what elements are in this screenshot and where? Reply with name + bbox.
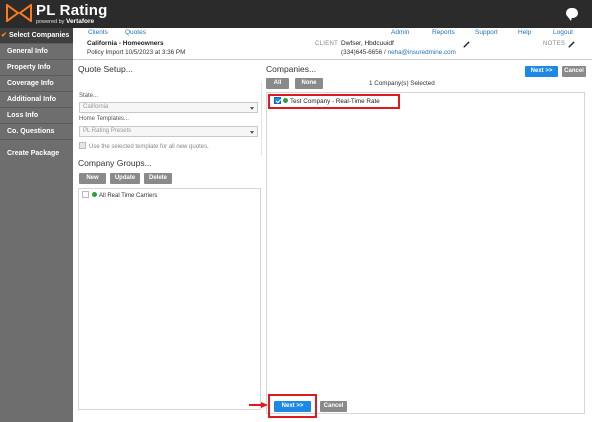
companies-heading: Companies... — [266, 64, 317, 74]
cancel-button-top[interactable]: Cancel — [562, 66, 586, 77]
delete-group-button[interactable]: Delete — [144, 173, 172, 184]
sidebar-item-property-info[interactable]: Property Info — [0, 60, 73, 76]
nav-link-help[interactable]: Help — [518, 29, 531, 36]
company-row-highlighted[interactable]: Test Company - Real-Time Rate — [268, 94, 400, 109]
sidebar-item-create-package[interactable]: Create Package — [0, 146, 73, 162]
red-arrow-annotation-icon — [249, 402, 268, 408]
chevron-down-icon — [250, 107, 254, 110]
company-checkbox-checked[interactable] — [274, 97, 281, 104]
use-template-option[interactable]: Use the selected template for all new qu… — [79, 142, 209, 150]
cancel-button-bottom[interactable]: Cancel — [320, 401, 347, 412]
state-select-value: California — [83, 104, 109, 110]
nav-link-logout[interactable]: Logout — [553, 29, 573, 36]
home-template-select[interactable]: PL Rating Presets — [79, 126, 258, 137]
nav-link-reports[interactable]: Reports — [432, 29, 455, 36]
powered-by-text: powered by Vertafore — [36, 18, 95, 25]
nav-link-admin[interactable]: Admin — [391, 29, 409, 36]
sidebar-item-label: Co. Questions — [7, 128, 55, 135]
sidebar-item-label: Coverage Info — [7, 80, 54, 87]
main-content: Quote Setup... State... California Home … — [73, 60, 592, 422]
new-group-button[interactable]: New — [79, 173, 106, 184]
sidebar-item-label: Loss Info — [7, 112, 39, 119]
client-email-link[interactable]: neha@insuredmine.com — [388, 49, 456, 56]
next-button-top[interactable]: Next >> — [525, 66, 558, 77]
sidebar-item-label: General Info — [7, 48, 48, 55]
use-template-checkbox[interactable] — [79, 142, 86, 149]
nav-link-quotes[interactable]: Quotes — [125, 29, 146, 36]
company-group-label: All Real Time Carriers — [99, 193, 158, 199]
home-template-select-value: PL Rating Presets — [83, 128, 132, 134]
sidebar: ✔ Select Companies General Info Property… — [0, 28, 73, 422]
companies-list — [266, 92, 585, 414]
selected-count-text: 1 Company(s) Selected — [369, 80, 435, 87]
edit-client-pencil-icon[interactable] — [463, 41, 470, 48]
sidebar-item-coverage-info[interactable]: Coverage Info — [0, 76, 73, 92]
sidebar-item-additional-info[interactable]: Additional Info — [0, 92, 73, 108]
policy-import-date: Policy Import 10/5/2023 at 3:36 PM — [87, 49, 186, 56]
app-title: PL Rating — [36, 2, 108, 19]
quote-setup-heading: Quote Setup... — [78, 64, 133, 74]
home-templates-label: Home Templates... — [79, 116, 129, 122]
notes-label: NOTES — [543, 41, 566, 47]
sidebar-item-select-companies[interactable]: ✔ Select Companies — [0, 28, 73, 44]
bowtie-logo-icon — [6, 4, 32, 22]
top-nav-links: Clients Quotes Admin Reports Support Hel… — [73, 28, 592, 38]
edit-notes-pencil-icon[interactable] — [568, 41, 575, 48]
sidebar-item-general-info[interactable]: General Info — [0, 44, 73, 60]
app-logo[interactable]: PL Rating powered by Vertafore — [6, 2, 116, 26]
client-name: Dwfser, Hbdcuuidf — [341, 40, 394, 47]
nav-link-support[interactable]: Support — [475, 29, 498, 36]
nav-link-clients[interactable]: Clients — [88, 29, 108, 36]
next-button-bottom[interactable]: Next >> — [274, 401, 311, 412]
select-none-button[interactable]: None — [295, 78, 323, 89]
select-all-button[interactable]: All — [266, 78, 289, 89]
company-groups-list — [78, 188, 261, 410]
sidebar-item-label: Create Package — [7, 150, 60, 157]
top-bar: PL Rating powered by Vertafore — [0, 0, 592, 28]
green-status-dot-icon — [92, 192, 97, 197]
use-template-label: Use the selected template for all new qu… — [89, 144, 209, 150]
sidebar-item-loss-info[interactable]: Loss Info — [0, 108, 73, 124]
company-group-item[interactable]: All Real Time Carriers — [82, 191, 157, 199]
app-window: PL Rating powered by Vertafore ✔ Select … — [0, 0, 592, 422]
company-label: Test Company - Real-Time Rate — [290, 98, 380, 105]
chat-bubble-icon[interactable] — [566, 8, 578, 21]
state-label: State... — [79, 93, 99, 99]
update-group-button[interactable]: Update — [110, 173, 140, 184]
policy-title: California - Homeowners — [87, 40, 164, 47]
client-phone: (334)645-6656 / — [341, 49, 388, 56]
client-label: CLIENT — [315, 41, 339, 47]
checkmark-icon: ✔ — [1, 32, 7, 39]
chevron-down-icon — [250, 131, 254, 134]
sidebar-item-label: Additional Info — [7, 96, 56, 103]
policy-info-bar: California - Homeowners Policy Import 10… — [73, 38, 592, 60]
sidebar-item-label: Property Info — [7, 64, 51, 71]
client-contact: (334)645-6656 / neha@insuredmine.com — [341, 49, 456, 56]
sidebar-item-co-questions[interactable]: Co. Questions — [0, 124, 73, 140]
company-groups-heading: Company Groups... — [78, 158, 152, 168]
group-checkbox[interactable] — [82, 191, 89, 198]
sidebar-item-label: Select Companies — [9, 32, 70, 39]
state-select[interactable]: California — [79, 102, 258, 113]
green-status-dot-icon — [283, 98, 288, 103]
